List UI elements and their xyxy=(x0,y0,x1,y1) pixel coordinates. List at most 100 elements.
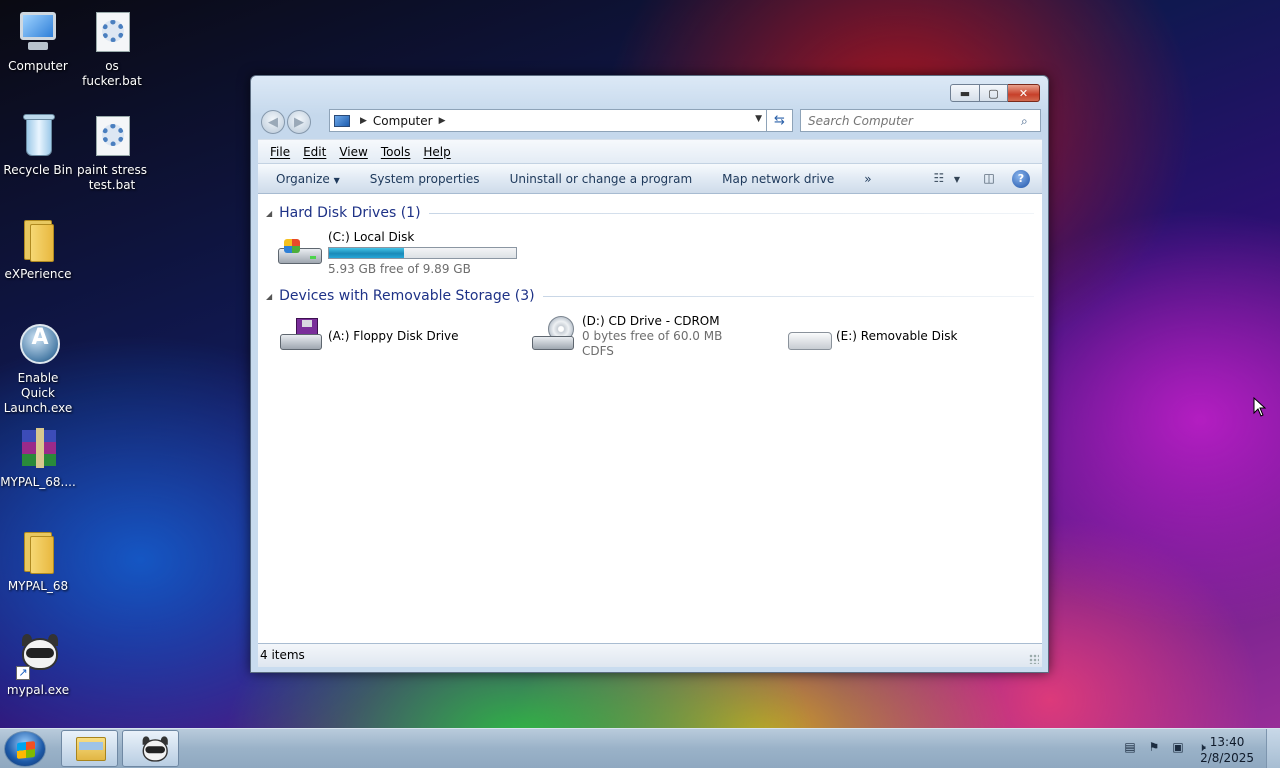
refresh-button[interactable]: ⇆ xyxy=(767,109,793,132)
close-button[interactable]: ✕ xyxy=(1008,84,1040,102)
network-icon[interactable]: ▣ xyxy=(1170,740,1186,756)
drive-free-space: 0 bytes free of 60.0 MB xyxy=(582,329,723,343)
uninstall-program-button[interactable]: Uninstall or change a program xyxy=(495,172,708,186)
view-options-chevron-icon[interactable]: ▼ xyxy=(954,175,960,184)
drive-usage-bar xyxy=(328,247,517,259)
drive-name: (E:) Removable Disk xyxy=(836,329,958,343)
desktop-icon-label: eXPerience xyxy=(4,267,72,281)
desktop-icon-paint-stress-bat[interactable]: paint stress test.bat xyxy=(74,112,150,193)
file-list: ◢ Hard Disk Drives (1) (C:) Local Disk 5… xyxy=(258,194,1042,643)
desktop-icon-mypal-archive[interactable]: MYPAL_68.... xyxy=(0,424,76,490)
desktop-icon-label: Recycle Bin xyxy=(3,163,73,177)
more-commands-button[interactable]: » xyxy=(849,172,886,186)
back-button[interactable]: ◀ xyxy=(261,110,285,134)
group-title: Devices with Removable Storage (3) xyxy=(279,288,535,304)
address-bar[interactable]: ▶ Computer ▶ ▼ xyxy=(329,109,767,132)
resize-grip-icon[interactable] xyxy=(1029,654,1039,664)
archive-icon xyxy=(14,424,62,472)
quick-launch-icon: A xyxy=(14,320,62,368)
forward-button[interactable]: ▶ xyxy=(287,110,311,134)
windows-logo-icon xyxy=(17,741,35,759)
recycle-bin-icon xyxy=(14,112,62,160)
command-bar: Organize ▼ System properties Uninstall o… xyxy=(258,163,1042,194)
organize-label: Organize xyxy=(276,171,330,186)
desktop-icon-label: MYPAL_68 xyxy=(7,579,69,593)
collapse-triangle-icon[interactable]: ◢ xyxy=(266,209,272,218)
desktop-icon-quick-launch[interactable]: A Enable Quick Launch.exe xyxy=(0,320,76,416)
change-view-icon[interactable]: ☷ xyxy=(928,171,950,187)
folder-icon xyxy=(76,737,106,761)
window-controls: ▬ ▢ ✕ xyxy=(950,84,1040,102)
drive-item-a[interactable]: (A:) Floppy Disk Drive xyxy=(276,314,459,360)
system-properties-button[interactable]: System properties xyxy=(355,172,495,186)
group-divider xyxy=(542,295,1034,297)
document-icon[interactable]: ▤ xyxy=(1122,740,1138,756)
raccoon-icon: ↗ xyxy=(14,632,62,680)
back-arrow-icon: ◀ xyxy=(268,114,278,130)
address-dropdown-icon[interactable]: ▼ xyxy=(755,114,762,124)
status-bar: 4 items xyxy=(258,643,1042,667)
clock[interactable]: 13:40 2/8/2025 xyxy=(1200,734,1254,766)
taskbar: ▤ ⚑ ▣ 🕨 13:40 2/8/2025 xyxy=(0,728,1280,768)
drive-name: (D:) CD Drive - CDROM xyxy=(582,314,720,328)
raccoon-icon xyxy=(137,735,168,762)
menu-tools[interactable]: Tools xyxy=(381,145,411,159)
drive-item-c[interactable]: (C:) Local Disk 5.93 GB free of 9.89 GB xyxy=(276,230,517,276)
minimize-icon: ▬ xyxy=(959,86,971,100)
desktop-icon-computer[interactable]: Computer xyxy=(0,8,76,74)
action-center-icon[interactable]: ⚑ xyxy=(1146,740,1162,756)
drive-item-e[interactable]: (E:) Removable Disk xyxy=(784,314,957,360)
refresh-icon: ⇆ xyxy=(774,113,785,128)
folder-icon xyxy=(14,216,62,264)
collapse-triangle-icon[interactable]: ◢ xyxy=(266,292,272,301)
system-tray: ▤ ⚑ ▣ 🕨 xyxy=(1114,740,1210,756)
desktop-icon-experience-folder[interactable]: eXPerience xyxy=(0,216,76,282)
menu-edit[interactable]: Edit xyxy=(303,145,326,159)
forward-arrow-icon: ▶ xyxy=(294,114,304,130)
group-hard-disk-drives[interactable]: ◢ Hard Disk Drives (1) xyxy=(266,203,1034,223)
help-icon[interactable]: ? xyxy=(1012,170,1030,188)
computer-icon xyxy=(334,114,350,127)
computer-icon xyxy=(14,8,62,56)
drive-usage-fill xyxy=(329,248,404,258)
drive-item-d[interactable]: (D:) CD Drive - CDROM 0 bytes free of 60… xyxy=(530,314,722,360)
shortcut-arrow-icon: ↗ xyxy=(16,666,30,680)
close-icon: ✕ xyxy=(1018,86,1029,100)
clock-date: 2/8/2025 xyxy=(1200,751,1254,765)
breadcrumb-arrow-icon[interactable]: ▶ xyxy=(439,116,446,126)
minimize-button[interactable]: ▬ xyxy=(950,84,980,102)
desktop-icon-os-bat[interactable]: os fucker.bat xyxy=(74,8,150,89)
desktop-icon-label: os fucker.bat xyxy=(82,59,142,88)
maximize-button[interactable]: ▢ xyxy=(980,84,1008,102)
menu-view[interactable]: View xyxy=(339,145,367,159)
maximize-icon: ▢ xyxy=(988,86,999,100)
desktop-icon-label: Computer xyxy=(8,59,68,73)
view-controls: ☷ ▼ ◫ ? xyxy=(920,170,1030,188)
organize-button[interactable]: Organize ▼ xyxy=(258,172,355,186)
group-removable-storage[interactable]: ◢ Devices with Removable Storage (3) xyxy=(266,286,1034,306)
drive-name: (C:) Local Disk xyxy=(328,230,415,244)
start-button[interactable] xyxy=(4,731,46,767)
breadcrumb-computer[interactable]: Computer xyxy=(373,114,433,128)
show-desktop-button[interactable] xyxy=(1266,729,1280,768)
search-input[interactable] xyxy=(800,109,1041,132)
drive-free-space: 5.93 GB free of 9.89 GB xyxy=(328,262,471,276)
breadcrumb-arrow-icon[interactable]: ▶ xyxy=(360,116,367,126)
clock-time: 13:40 xyxy=(1209,735,1245,749)
batch-file-icon xyxy=(88,8,136,56)
map-network-drive-button[interactable]: Map network drive xyxy=(707,172,849,186)
floppy-drive-icon xyxy=(276,314,322,354)
search-icon[interactable]: ⌕ xyxy=(1021,114,1028,129)
desktop-icon-mypal-folder[interactable]: MYPAL_68 xyxy=(0,528,76,594)
desktop-icon-mypal-exe[interactable]: ↗ mypal.exe xyxy=(0,632,76,698)
chevron-down-icon: ▼ xyxy=(333,175,340,185)
taskbar-mypal-button[interactable] xyxy=(122,730,179,767)
cd-drive-icon xyxy=(530,314,576,354)
taskbar-explorer-button[interactable] xyxy=(61,730,118,767)
preview-pane-icon[interactable]: ◫ xyxy=(978,171,1000,187)
desktop-icon-recycle-bin[interactable]: Recycle Bin xyxy=(0,112,76,178)
menu-file[interactable]: File xyxy=(270,145,290,159)
desktop-icon-label: mypal.exe xyxy=(6,683,70,697)
drive-name: (A:) Floppy Disk Drive xyxy=(328,329,459,343)
menu-help[interactable]: Help xyxy=(423,145,450,159)
